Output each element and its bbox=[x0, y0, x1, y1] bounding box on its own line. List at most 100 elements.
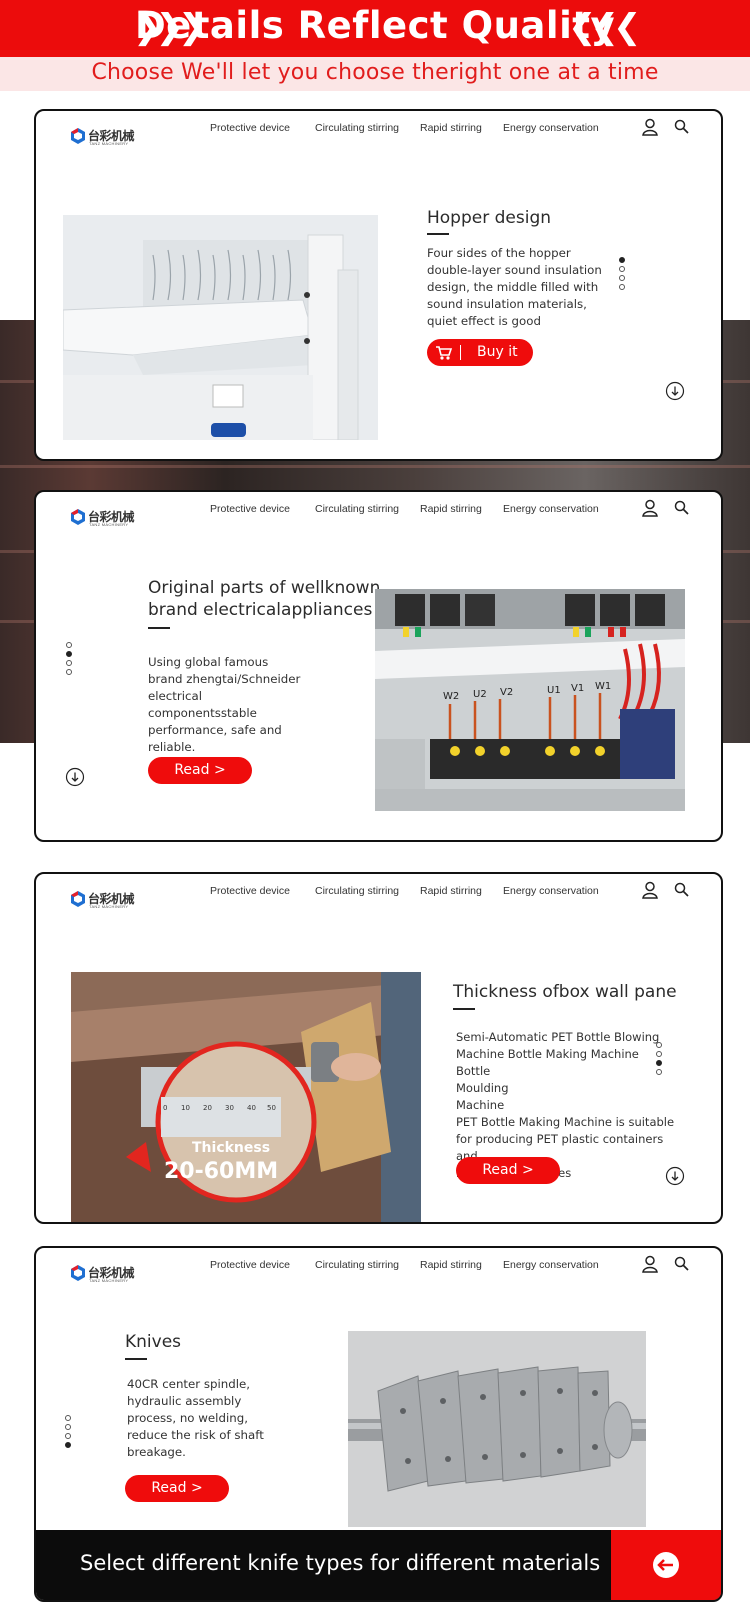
brand-name-en: TANZ MACHINERY bbox=[89, 141, 129, 146]
nav-link-energy-conservation[interactable]: Energy conservation bbox=[503, 122, 599, 134]
slide-dot[interactable] bbox=[619, 275, 625, 281]
slide-dot[interactable] bbox=[66, 651, 72, 657]
search-icon[interactable] bbox=[672, 117, 692, 137]
chevron-left-icon: ❮❮❮ bbox=[568, 7, 642, 47]
ruler-tick: 30 bbox=[225, 1104, 234, 1112]
logo-mark-icon bbox=[71, 1265, 85, 1281]
product-card-knives: 台彩机械 TANZ MACHINERY Protective device Ci… bbox=[34, 1246, 723, 1602]
description-line: Machine bbox=[456, 1098, 505, 1112]
slide-dot[interactable] bbox=[656, 1042, 662, 1048]
card-heading-line-1: Original parts of wellknown bbox=[148, 578, 381, 598]
user-icon[interactable] bbox=[640, 498, 660, 518]
user-icon[interactable] bbox=[640, 117, 660, 137]
nav-link-rapid-stirring[interactable]: Rapid stirring bbox=[420, 885, 482, 897]
buy-it-button[interactable]: Buy it bbox=[427, 339, 533, 366]
nav-link-protective-device[interactable]: Protective device bbox=[210, 885, 290, 897]
card-heading: Knives bbox=[125, 1332, 182, 1352]
nav-link-circulating-stirring[interactable]: Circulating stirring bbox=[315, 1259, 399, 1271]
search-icon[interactable] bbox=[672, 498, 692, 518]
knife-shaft-photo bbox=[348, 1331, 646, 1527]
nav-link-circulating-stirring[interactable]: Circulating stirring bbox=[315, 885, 399, 897]
product-card-electrical: 台彩机械 TANZ MACHINERY Protective device Ci… bbox=[34, 490, 723, 842]
top-banner: ❯❯❯ Details Reflect Quality ❮❮❮ bbox=[0, 0, 750, 57]
thickness-value: 20-60MM bbox=[164, 1159, 278, 1184]
wire-label: U1 bbox=[547, 685, 561, 696]
electrical-panel-photo: W2 U2 V2 U1 V1 W1 bbox=[375, 589, 685, 811]
product-card-hopper: 台彩机械 TANZ MACHINERY Protective device Ci… bbox=[34, 109, 723, 461]
description-line: PET Bottle Making Machine is suitable bbox=[456, 1115, 675, 1129]
slide-dot[interactable] bbox=[619, 284, 625, 290]
nav-link-rapid-stirring[interactable]: Rapid stirring bbox=[420, 122, 482, 134]
user-icon[interactable] bbox=[640, 1254, 660, 1274]
search-icon[interactable] bbox=[672, 1254, 692, 1274]
nav-link-energy-conservation[interactable]: Energy conservation bbox=[503, 1259, 599, 1271]
brand-name-en: TANZ MACHINERY bbox=[89, 904, 129, 909]
scroll-down-icon[interactable] bbox=[665, 1166, 685, 1186]
buy-it-label: Buy it bbox=[477, 344, 518, 360]
thickness-label: Thickness bbox=[192, 1140, 270, 1156]
back-arrow-icon bbox=[653, 1552, 679, 1578]
scroll-down-icon[interactable] bbox=[65, 767, 85, 787]
slide-dot[interactable] bbox=[619, 257, 625, 263]
slide-dot[interactable] bbox=[65, 1415, 71, 1421]
ruler-tick: 20 bbox=[203, 1104, 212, 1112]
nav-link-circulating-stirring[interactable]: Circulating stirring bbox=[315, 122, 399, 134]
slide-dot[interactable] bbox=[656, 1051, 662, 1057]
hopper-photo bbox=[63, 215, 378, 440]
read-more-button[interactable]: Read > bbox=[125, 1475, 229, 1502]
card-description: Four sides of the hopper double-layer so… bbox=[427, 246, 602, 328]
nav-link-rapid-stirring[interactable]: Rapid stirring bbox=[420, 503, 482, 515]
scroll-down-icon[interactable] bbox=[665, 381, 685, 401]
nav-link-circulating-stirring[interactable]: Circulating stirring bbox=[315, 503, 399, 515]
read-more-button[interactable]: Read > bbox=[148, 757, 252, 784]
ruler-tick: 10 bbox=[181, 1104, 190, 1112]
brand-name-en: TANZ MACHINERY bbox=[89, 522, 129, 527]
thickness-measure-photo: 0 10 20 30 40 50 Thickness 20-60MM bbox=[71, 972, 421, 1222]
slide-dots bbox=[619, 257, 626, 293]
back-button[interactable] bbox=[611, 1530, 721, 1600]
banner-title: Details Reflect Quality bbox=[134, 4, 616, 47]
nav-link-rapid-stirring[interactable]: Rapid stirring bbox=[420, 1259, 482, 1271]
slide-dot[interactable] bbox=[66, 669, 72, 675]
slide-dots bbox=[656, 1042, 663, 1078]
description-line: Moulding bbox=[456, 1081, 509, 1095]
button-divider bbox=[460, 345, 461, 360]
wire-label: V1 bbox=[571, 683, 584, 694]
brand-logo[interactable]: 台彩机械 TANZ MACHINERY bbox=[69, 1263, 139, 1283]
slide-dot[interactable] bbox=[65, 1424, 71, 1430]
read-more-button[interactable]: Read > bbox=[456, 1157, 560, 1184]
slide-dot[interactable] bbox=[66, 660, 72, 666]
nav-link-protective-device[interactable]: Protective device bbox=[210, 1259, 290, 1271]
nav-link-protective-device[interactable]: Protective device bbox=[210, 503, 290, 515]
slide-dot[interactable] bbox=[619, 266, 625, 272]
description-line: Machine Bottle Making Machine Bottle bbox=[456, 1047, 639, 1078]
nav-link-protective-device[interactable]: Protective device bbox=[210, 122, 290, 134]
slide-dot[interactable] bbox=[656, 1069, 662, 1075]
description-line: Semi-Automatic PET Bottle Blowing bbox=[456, 1030, 660, 1044]
logo-mark-icon bbox=[71, 128, 85, 144]
cart-icon bbox=[436, 346, 453, 360]
slide-dot[interactable] bbox=[656, 1060, 662, 1066]
nav-link-energy-conservation[interactable]: Energy conservation bbox=[503, 503, 599, 515]
brand-logo[interactable]: 台彩机械 TANZ MACHINERY bbox=[69, 126, 139, 146]
heading-underline bbox=[148, 627, 170, 629]
brand-name-en: TANZ MACHINERY bbox=[89, 1278, 129, 1283]
brand-logo[interactable]: 台彩机械 TANZ MACHINERY bbox=[69, 507, 139, 527]
card-description: 40CR center spindle, hydraulic assembly … bbox=[127, 1377, 264, 1459]
ruler-tick: 0 bbox=[163, 1104, 167, 1112]
ruler-tick: 50 bbox=[267, 1104, 276, 1112]
heading-underline bbox=[125, 1358, 147, 1360]
search-icon[interactable] bbox=[672, 880, 692, 900]
slide-dot[interactable] bbox=[66, 642, 72, 648]
slide-dots bbox=[65, 1415, 72, 1451]
brand-logo[interactable]: 台彩机械 TANZ MACHINERY bbox=[69, 889, 139, 909]
nav-link-energy-conservation[interactable]: Energy conservation bbox=[503, 885, 599, 897]
card-heading: Thickness ofbox wall pane bbox=[453, 982, 677, 1002]
site-nav: 台彩机械 TANZ MACHINERY Protective device Ci… bbox=[36, 1248, 721, 1288]
slide-dot[interactable] bbox=[65, 1433, 71, 1439]
user-icon[interactable] bbox=[640, 880, 660, 900]
footer-text: Select different knife types for differe… bbox=[80, 1551, 601, 1575]
slide-dots bbox=[66, 642, 73, 678]
wire-label: W1 bbox=[595, 681, 611, 692]
slide-dot[interactable] bbox=[65, 1442, 71, 1448]
